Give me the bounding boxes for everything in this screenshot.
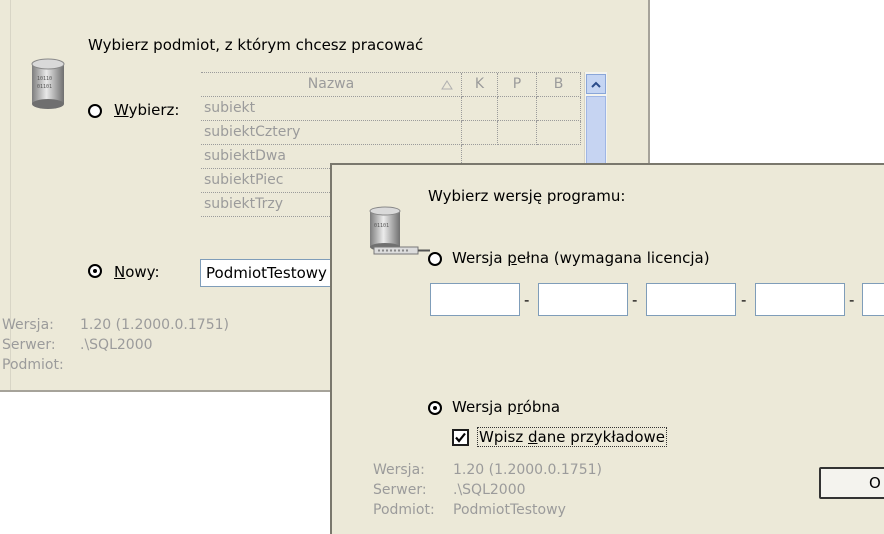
version-value: 1.20 (1.2000.0.1751) [453,462,602,478]
server-label: Serwer: [373,482,427,498]
new-company-radio[interactable] [88,264,102,278]
license-field-5[interactable] [862,283,884,316]
svg-text:01101: 01101 [374,223,389,229]
license-field-4[interactable] [755,283,845,316]
table-cell [462,97,498,121]
full-version-label[interactable]: Wersja pełna (wymagana licencja) [452,249,710,267]
company-label: Podmiot: [373,502,435,518]
existing-company-label[interactable]: Wybierz: [114,101,179,119]
version-value: 1.20 (1.2000.0.1751) [80,317,229,333]
table-cell [498,121,537,145]
license-field-3[interactable] [646,283,736,316]
scroll-up-button[interactable] [586,74,606,94]
column-header-k[interactable]: K [462,73,498,97]
license-separator: - [632,291,638,309]
table-cell [462,121,498,145]
svg-text:10110: 10110 [37,76,52,82]
license-separator: - [741,291,747,309]
server-value: .\SQL2000 [453,482,526,498]
ok-button[interactable]: O [819,467,884,499]
sort-ascending-icon [441,80,453,90]
table-row[interactable]: subiekt [201,97,462,121]
company-value: PodmiotTestowy [453,502,566,518]
license-separator: - [524,291,530,309]
license-field-2[interactable] [538,283,628,316]
version-label: Wersja: [2,317,54,333]
database-network-icon: 01101 [369,206,430,255]
table-cell [498,97,537,121]
checkmark-icon [455,432,466,443]
sample-data-checkbox[interactable] [452,429,469,446]
column-header-name[interactable]: Nazwa [201,73,462,97]
server-label: Serwer: [2,337,56,353]
license-separator: - [849,291,855,309]
database-icon: 10110 01101 [31,58,65,109]
sample-data-label[interactable]: Wpisz dane przykładowe [477,427,667,447]
trial-version-radio[interactable] [428,401,442,415]
company-label: Podmiot: [2,357,64,373]
select-version-heading: Wybierz wersję programu: [428,187,626,205]
full-version-radio[interactable] [428,252,442,266]
server-value: .\SQL2000 [80,337,153,353]
trial-version-label[interactable]: Wersja próbna [452,398,560,416]
version-label: Wersja: [373,462,425,478]
table-row[interactable]: subiektCztery [201,121,462,145]
scroll-up-icon [591,81,601,88]
column-header-b[interactable]: B [537,73,581,97]
existing-company-radio[interactable] [88,104,102,118]
new-company-label[interactable]: Nowy: [114,263,160,281]
table-cell [537,97,581,121]
select-version-dialog: Wybierz wersję programu: 01101 Wersja pe… [330,163,884,534]
select-company-heading: Wybierz podmiot, z którym chcesz pracowa… [88,36,424,54]
svg-text:01101: 01101 [37,84,52,90]
column-header-p[interactable]: P [498,73,537,97]
table-cell [537,121,581,145]
license-field-1[interactable] [430,283,520,316]
